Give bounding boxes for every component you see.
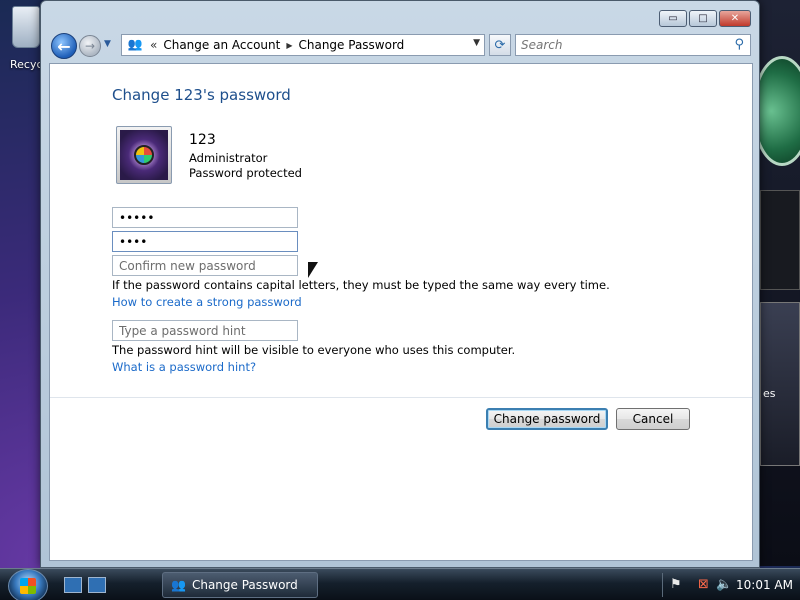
feed-gadget[interactable]: es bbox=[760, 302, 800, 466]
capital-letters-note: If the password contains capital letters… bbox=[112, 278, 610, 292]
change-password-button[interactable]: Change password bbox=[486, 408, 608, 430]
recent-pages-dropdown-icon[interactable]: ▼ bbox=[104, 39, 111, 49]
overflow-chevron-icon[interactable]: « bbox=[150, 38, 157, 52]
taskbar-item-label: Change Password bbox=[191, 578, 298, 592]
switch-windows-icon[interactable] bbox=[88, 577, 106, 593]
account-name: 123 bbox=[189, 132, 216, 148]
slideshow-gadget[interactable] bbox=[760, 190, 800, 290]
address-bar[interactable]: 👥 « Change an Account ▶ Change Password … bbox=[121, 34, 485, 56]
breadcrumb-change-account[interactable]: Change an Account bbox=[163, 38, 280, 52]
search-input[interactable] bbox=[516, 35, 716, 55]
user-accounts-icon: 👥 bbox=[127, 37, 143, 51]
page-title: Change 123's password bbox=[112, 86, 291, 104]
security-flag-icon[interactable]: ⚑ bbox=[670, 577, 682, 592]
user-accounts-icon: 👥 bbox=[171, 578, 186, 592]
maximize-button[interactable]: □ bbox=[689, 10, 717, 27]
recycle-bin-label: Recyc bbox=[10, 58, 43, 71]
address-dropdown-icon[interactable]: ▼ bbox=[473, 38, 480, 48]
search-icon[interactable]: ⚲ bbox=[734, 37, 744, 52]
minimize-button[interactable]: ▭ bbox=[659, 10, 687, 27]
back-button[interactable]: ← bbox=[51, 33, 77, 59]
close-icon: ✕ bbox=[730, 13, 740, 24]
account-type: Administrator bbox=[189, 151, 268, 165]
maximize-icon: □ bbox=[698, 13, 708, 24]
divider bbox=[50, 397, 752, 398]
content-pane: Change 123's password 123 Administrator … bbox=[49, 63, 753, 561]
forward-button[interactable]: → bbox=[79, 35, 101, 57]
show-desktop-icon[interactable] bbox=[64, 577, 82, 593]
refresh-icon: ⟳ bbox=[494, 37, 506, 53]
cancel-button[interactable]: Cancel bbox=[616, 408, 690, 430]
refresh-button[interactable]: ⟳ bbox=[489, 34, 511, 56]
navigation-bar: ← → ▼ 👥 « Change an Account ▶ Change Pas… bbox=[49, 31, 753, 61]
hint-visibility-note: The password hint will be visible to eve… bbox=[112, 343, 516, 357]
minimize-icon: ▭ bbox=[668, 13, 678, 24]
taskbar: 👥 Change Password ⚑ ⊠ 🔈 10:01 AM bbox=[0, 568, 800, 600]
user-avatar bbox=[116, 126, 172, 184]
breadcrumb-arrow-icon[interactable]: ▶ bbox=[286, 41, 292, 50]
caption-buttons: ▭ □ ✕ bbox=[659, 10, 751, 27]
windows-logo-icon bbox=[20, 578, 36, 594]
start-button[interactable] bbox=[8, 569, 48, 600]
avatar-picture bbox=[120, 130, 168, 180]
back-arrow-icon: ← bbox=[57, 36, 71, 56]
new-password-field[interactable] bbox=[112, 231, 298, 252]
forward-arrow-icon: → bbox=[84, 39, 96, 53]
password-hint-link[interactable]: What is a password hint? bbox=[112, 360, 256, 374]
search-box: ⚲ bbox=[515, 34, 751, 56]
network-icon[interactable]: ⊠ bbox=[698, 577, 709, 592]
taskbar-item-change-password[interactable]: 👥 Change Password bbox=[162, 572, 318, 598]
account-status: Password protected bbox=[189, 166, 302, 180]
volume-icon[interactable]: 🔈 bbox=[716, 577, 732, 592]
close-button[interactable]: ✕ bbox=[719, 10, 751, 27]
recycle-bin-graphic bbox=[12, 6, 40, 48]
feed-gadget-text: es bbox=[763, 387, 776, 400]
windows-orb-icon bbox=[134, 145, 154, 165]
control-panel-window: ▭ □ ✕ ← → ▼ 👥 « Change an Account ▶ Chan… bbox=[40, 0, 760, 568]
current-password-field[interactable] bbox=[112, 207, 298, 228]
breadcrumb-change-password[interactable]: Change Password bbox=[298, 38, 404, 52]
tray-separator bbox=[662, 573, 663, 597]
confirm-password-field[interactable] bbox=[112, 255, 298, 276]
clock[interactable]: 10:01 AM bbox=[736, 578, 793, 592]
password-hint-field[interactable] bbox=[112, 320, 298, 341]
strong-password-link[interactable]: How to create a strong password bbox=[112, 295, 302, 309]
mouse-cursor-icon bbox=[308, 262, 318, 278]
